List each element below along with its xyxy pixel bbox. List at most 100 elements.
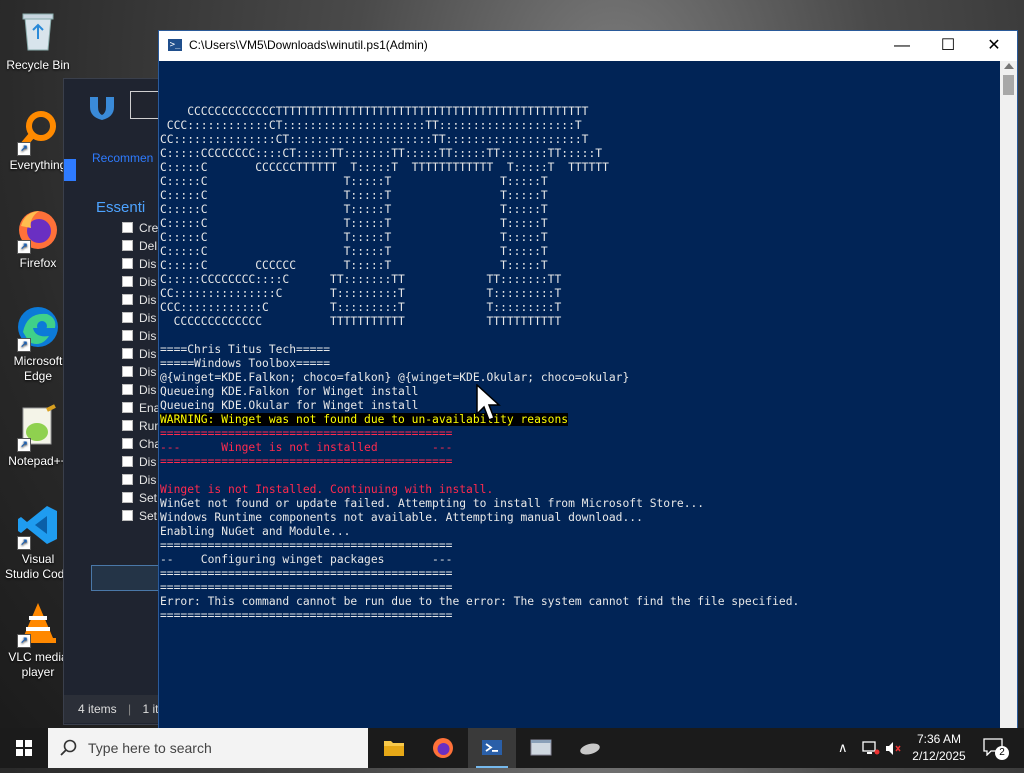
console-line: ========================================… — [160, 539, 453, 552]
run-tweaks-button[interactable] — [91, 565, 163, 591]
checkbox[interactable] — [122, 492, 133, 503]
status-item-count: 4 items — [78, 702, 117, 716]
checkbox[interactable] — [122, 240, 133, 251]
tweak-checkbox[interactable]: Set — [122, 509, 157, 523]
mouse-app-icon — [580, 743, 600, 755]
checkbox[interactable] — [122, 456, 133, 467]
console-line: Winget is not Installed. Continuing with… — [160, 483, 494, 496]
tweak-checkbox[interactable]: Dis — [122, 311, 156, 325]
console-scrollbar[interactable] — [1000, 61, 1017, 728]
checkbox[interactable] — [122, 330, 133, 341]
tweak-checkbox[interactable]: Run — [122, 419, 161, 433]
console-line: ========================================… — [160, 581, 453, 594]
taskbar-firefox[interactable] — [419, 728, 467, 768]
powershell-icon — [482, 740, 502, 755]
checkbox[interactable] — [122, 222, 133, 233]
powershell-window[interactable]: >_ C:\Users\VM5\Downloads\winutil.ps1(Ad… — [158, 30, 1018, 729]
scrollbar-thumb[interactable] — [1003, 75, 1014, 95]
console-line: CCCCCCCCCCCCC TTTTTTTTTTT TTTTTTTTTTT — [160, 315, 562, 328]
taskbar-app-window[interactable] — [517, 728, 565, 768]
desktop-icon-recycle-bin[interactable]: Recycle Bin — [4, 8, 72, 73]
minimize-button[interactable]: — — [879, 31, 925, 61]
checkbox[interactable] — [122, 276, 133, 287]
checkbox[interactable] — [122, 312, 133, 323]
show-hidden-icons-button[interactable]: ∧ — [838, 740, 848, 756]
desktop-icon-label: Microsoft Edge — [13, 354, 63, 383]
checkbox[interactable] — [122, 258, 133, 269]
checkbox[interactable] — [122, 420, 133, 431]
tab-recommended[interactable]: Recommen — [92, 151, 153, 165]
console-line: C:::::CCCCCCCC::::CT:::::TT:::::::TT::::… — [160, 147, 603, 160]
tweak-checkbox[interactable]: Dis — [122, 347, 156, 361]
checkbox[interactable] — [122, 402, 133, 413]
console-line: ========================================… — [160, 427, 453, 440]
console-line: C:::::C T:::::T T:::::T — [160, 231, 548, 244]
desktop-icon-edge[interactable]: ↗ Microsoft Edge — [4, 304, 72, 384]
close-button[interactable]: ✕ — [971, 31, 1017, 61]
desktop-icon-label: VLC media player — [8, 650, 68, 679]
tweak-checkbox[interactable]: Del — [122, 239, 157, 253]
checkbox[interactable] — [122, 348, 133, 359]
tweak-checkbox[interactable]: Dis — [122, 455, 156, 469]
checkbox[interactable] — [122, 294, 133, 305]
winutil-logo-icon — [88, 93, 116, 121]
console-line: C:::::C CCCCCCTTTTTT T:::::T TTTTTTTTTTT… — [160, 161, 609, 174]
console-line: --- Winget is not installed --- — [160, 441, 453, 454]
taskbar-file-explorer[interactable] — [370, 728, 418, 768]
desktop-icon-label: Notepad++ — [8, 454, 68, 468]
vscode-icon: ↗ — [15, 502, 61, 550]
tweak-checkbox[interactable]: Dis — [122, 257, 156, 271]
tab-indicator — [64, 159, 76, 181]
taskbar-app-mouse[interactable] — [566, 728, 614, 768]
tweak-checkbox[interactable]: Dis — [122, 365, 156, 379]
network-icon[interactable] — [862, 741, 880, 756]
action-center-button[interactable]: 2 — [978, 728, 1024, 768]
tweak-checkbox[interactable]: Set — [122, 491, 157, 505]
desktop-icon-vscode[interactable]: ↗ Visual Studio Code — [4, 502, 72, 582]
window-app-icon — [530, 739, 552, 756]
start-button[interactable] — [0, 728, 48, 768]
shortcut-arrow-icon: ↗ — [17, 338, 31, 352]
firefox-icon — [433, 738, 453, 758]
tweak-checkbox[interactable]: Dis — [122, 275, 156, 289]
console-line: C:::::C T:::::T T:::::T — [160, 175, 548, 188]
checkbox[interactable] — [122, 438, 133, 449]
checkbox[interactable] — [122, 384, 133, 395]
tweak-checkbox[interactable]: Dis — [122, 383, 156, 397]
checkbox[interactable] — [122, 366, 133, 377]
title-bar[interactable]: >_ C:\Users\VM5\Downloads\winutil.ps1(Ad… — [159, 31, 1017, 61]
console-output[interactable]: CCCCCCCCCCCCCTTTTTTTTTTTTTTTTTTTTTTTTTTT… — [159, 61, 999, 728]
console-line: CCC::::::::::::CT:::::::::::::::::::::TT… — [160, 119, 582, 132]
firefox-icon: ↗ — [15, 206, 61, 254]
taskbar: Type here to search ∧ 7:36 AM 2/12/2025 … — [0, 728, 1024, 768]
taskbar-search-box[interactable]: Type here to search — [48, 728, 368, 768]
desktop-icon-notepadpp[interactable]: ↗ Notepad++ — [4, 404, 72, 469]
scroll-up-icon[interactable] — [1004, 63, 1014, 69]
maximize-button[interactable]: ☐ — [925, 31, 971, 61]
system-clock[interactable]: 7:36 AM 2/12/2025 — [900, 731, 978, 765]
console-line: CCC::::::::::::C T:::::::::T T:::::::::T — [160, 301, 562, 314]
tweak-checkbox[interactable]: Cre — [122, 221, 158, 235]
notification-badge: 2 — [995, 746, 1009, 760]
tweak-checkbox[interactable]: Dis — [122, 293, 156, 307]
checkbox[interactable] — [122, 510, 133, 521]
desktop-icon-everything[interactable]: ↗ Everything — [4, 108, 72, 173]
clock-time: 7:36 AM — [916, 732, 962, 746]
console-line: C:::::C T:::::T T:::::T — [160, 217, 548, 230]
desktop-icon-firefox[interactable]: ↗ Firefox — [4, 206, 72, 271]
taskbar-powershell[interactable] — [468, 728, 516, 768]
console-line: Windows Runtime components not available… — [160, 511, 643, 524]
desktop-icon-vlc[interactable]: ↗ VLC media player — [4, 600, 72, 680]
desktop-icon-label: Firefox — [19, 256, 57, 270]
vlc-icon: ↗ — [15, 600, 61, 648]
tweak-checkbox[interactable]: Dis — [122, 473, 156, 487]
checkbox[interactable] — [122, 474, 133, 485]
desktop-icon-label: Recycle Bin — [6, 58, 70, 72]
shortcut-arrow-icon: ↗ — [17, 240, 31, 254]
tweak-checkbox[interactable]: Dis — [122, 329, 156, 343]
recycle-bin-icon — [15, 8, 61, 54]
tweak-checkbox[interactable]: Cha — [122, 437, 161, 451]
tweak-checkbox[interactable]: Ena — [122, 401, 160, 415]
